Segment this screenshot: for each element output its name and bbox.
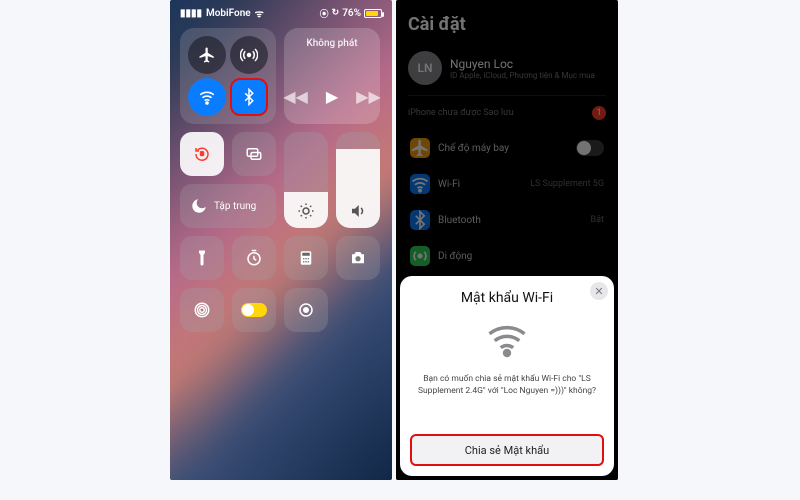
previous-track-icon[interactable]: ◀◀ — [283, 87, 308, 106]
play-icon[interactable]: ▶ — [326, 87, 338, 106]
media-module[interactable]: Không phát ◀◀ ▶ ▶▶ — [284, 28, 380, 124]
calculator-icon — [297, 249, 315, 267]
share-password-button[interactable]: Chia sẻ Mật khẩu — [410, 434, 604, 466]
flashlight-button[interactable] — [180, 236, 224, 280]
screen-record-button[interactable] — [284, 288, 328, 332]
control-center: ▮▮▮▮ MobiFone ᯤ ⦿ ↻ 76% — [170, 0, 392, 480]
alarm-icon: ⦿ — [320, 7, 329, 20]
focus-label: Tập trung — [214, 201, 256, 212]
mirroring-icon — [245, 145, 263, 163]
speaker-icon — [349, 202, 367, 220]
status-bar: ▮▮▮▮ MobiFone ᯤ ⦿ ↻ 76% — [180, 6, 382, 20]
brightness-slider[interactable] — [284, 132, 328, 228]
orientation-lock-button[interactable] — [180, 132, 224, 176]
wifi-status-icon: ᯤ — [255, 6, 264, 20]
cellular-data-button[interactable] — [230, 36, 268, 74]
calculator-button[interactable] — [284, 236, 328, 280]
airplane-icon — [198, 46, 216, 64]
record-icon — [297, 301, 315, 319]
low-power-button[interactable] — [232, 288, 276, 332]
nfc-icon — [193, 301, 211, 319]
wifi-share-sheet: ✕ Mật khẩu Wi-Fi Bạn có muốn chia sẻ mật… — [400, 276, 614, 476]
screen-mirroring-button[interactable] — [232, 132, 276, 176]
carrier-name: MobiFone — [206, 8, 251, 19]
bluetooth-icon — [240, 88, 258, 106]
lock-rotation-icon: ↻ — [332, 8, 340, 18]
sheet-message: Bạn có muốn chia sẻ mật khẩu Wi-Fi cho "… — [410, 374, 604, 398]
timer-button[interactable] — [232, 236, 276, 280]
volume-slider[interactable] — [336, 132, 380, 228]
next-track-icon[interactable]: ▶▶ — [356, 87, 381, 106]
phone-settings-share: Cài đặt LN Nguyen Loc ID Apple, iCloud, … — [396, 0, 618, 480]
camera-icon — [349, 249, 367, 267]
sheet-title: Mật khẩu Wi-Fi — [461, 290, 553, 306]
battery-percent: 76% — [342, 8, 361, 19]
share-button-label: Chia sẻ Mật khẩu — [465, 444, 549, 457]
low-power-toggle-icon — [241, 303, 267, 317]
moon-icon — [190, 197, 208, 215]
connectivity-module[interactable] — [180, 28, 276, 124]
focus-button[interactable]: Tập trung — [180, 184, 276, 228]
timer-icon — [245, 249, 263, 267]
battery-icon — [364, 9, 382, 18]
bluetooth-button[interactable] — [230, 78, 268, 116]
wifi-icon — [198, 88, 216, 106]
camera-button[interactable] — [336, 236, 380, 280]
airplane-mode-button[interactable] — [188, 36, 226, 74]
wifi-icon — [486, 318, 528, 360]
antenna-icon — [240, 46, 258, 64]
wifi-button[interactable] — [188, 78, 226, 116]
flashlight-icon — [193, 249, 211, 267]
rotation-lock-icon — [193, 145, 211, 163]
media-status-label: Không phát — [284, 38, 380, 49]
close-button[interactable]: ✕ — [590, 282, 608, 300]
sun-icon — [297, 202, 315, 220]
phone-control-center: ▮▮▮▮ MobiFone ᯤ ⦿ ↻ 76% — [170, 0, 392, 480]
signal-icon: ▮▮▮▮ — [180, 8, 202, 19]
nfc-button[interactable] — [180, 288, 224, 332]
